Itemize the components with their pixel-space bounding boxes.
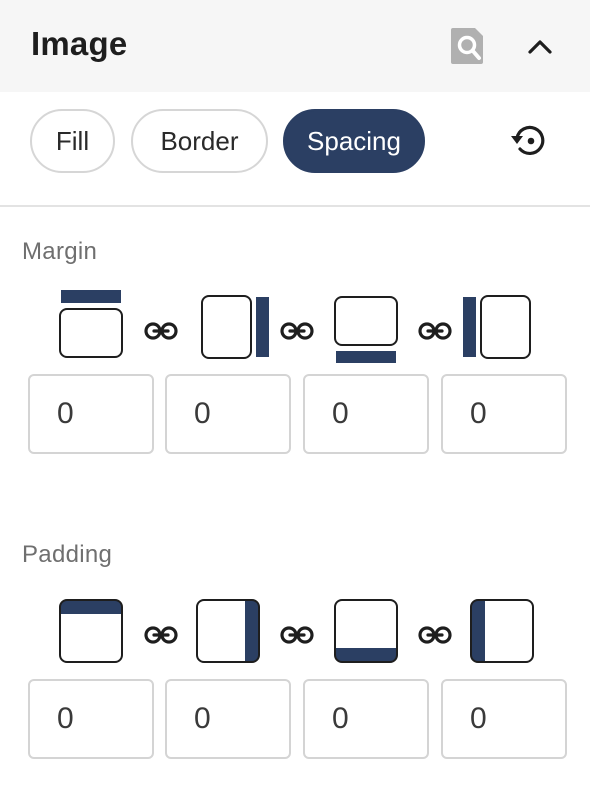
- padding-top-icon[interactable]: [58, 598, 124, 664]
- padding-link-icon[interactable]: [418, 624, 452, 646]
- margin-right-input[interactable]: [165, 374, 291, 454]
- tab-border[interactable]: Border: [131, 109, 268, 173]
- search-icon[interactable]: [450, 27, 486, 65]
- padding-left-input[interactable]: [441, 679, 567, 759]
- margin-left-input[interactable]: [441, 374, 567, 454]
- margin-label: Margin: [22, 238, 98, 265]
- margin-right-icon[interactable]: [200, 294, 272, 360]
- padding-bottom-icon[interactable]: [333, 598, 399, 664]
- margin-link-icon[interactable]: [418, 320, 452, 342]
- panel-header: Image: [0, 0, 590, 92]
- padding-top-input[interactable]: [28, 679, 154, 759]
- margin-bottom-icon[interactable]: [333, 295, 399, 365]
- margin-left-icon[interactable]: [460, 294, 532, 360]
- panel-title: Image: [31, 25, 128, 62]
- padding-left-icon[interactable]: [469, 598, 535, 664]
- reset-icon[interactable]: [503, 117, 553, 165]
- padding-right-icon[interactable]: [195, 598, 261, 664]
- padding-right-input[interactable]: [165, 679, 291, 759]
- chevron-up-icon[interactable]: [522, 30, 558, 62]
- tab-spacing[interactable]: Spacing: [283, 109, 425, 173]
- section-divider: [0, 205, 590, 207]
- tab-fill[interactable]: Fill: [30, 109, 115, 173]
- padding-bottom-input[interactable]: [303, 679, 429, 759]
- margin-link-icon[interactable]: [144, 320, 178, 342]
- padding-label: Padding: [22, 541, 113, 568]
- padding-link-icon[interactable]: [280, 624, 314, 646]
- margin-top-input[interactable]: [28, 374, 154, 454]
- margin-bottom-input[interactable]: [303, 374, 429, 454]
- padding-link-icon[interactable]: [144, 624, 178, 646]
- margin-link-icon[interactable]: [280, 320, 314, 342]
- margin-top-icon[interactable]: [58, 289, 124, 359]
